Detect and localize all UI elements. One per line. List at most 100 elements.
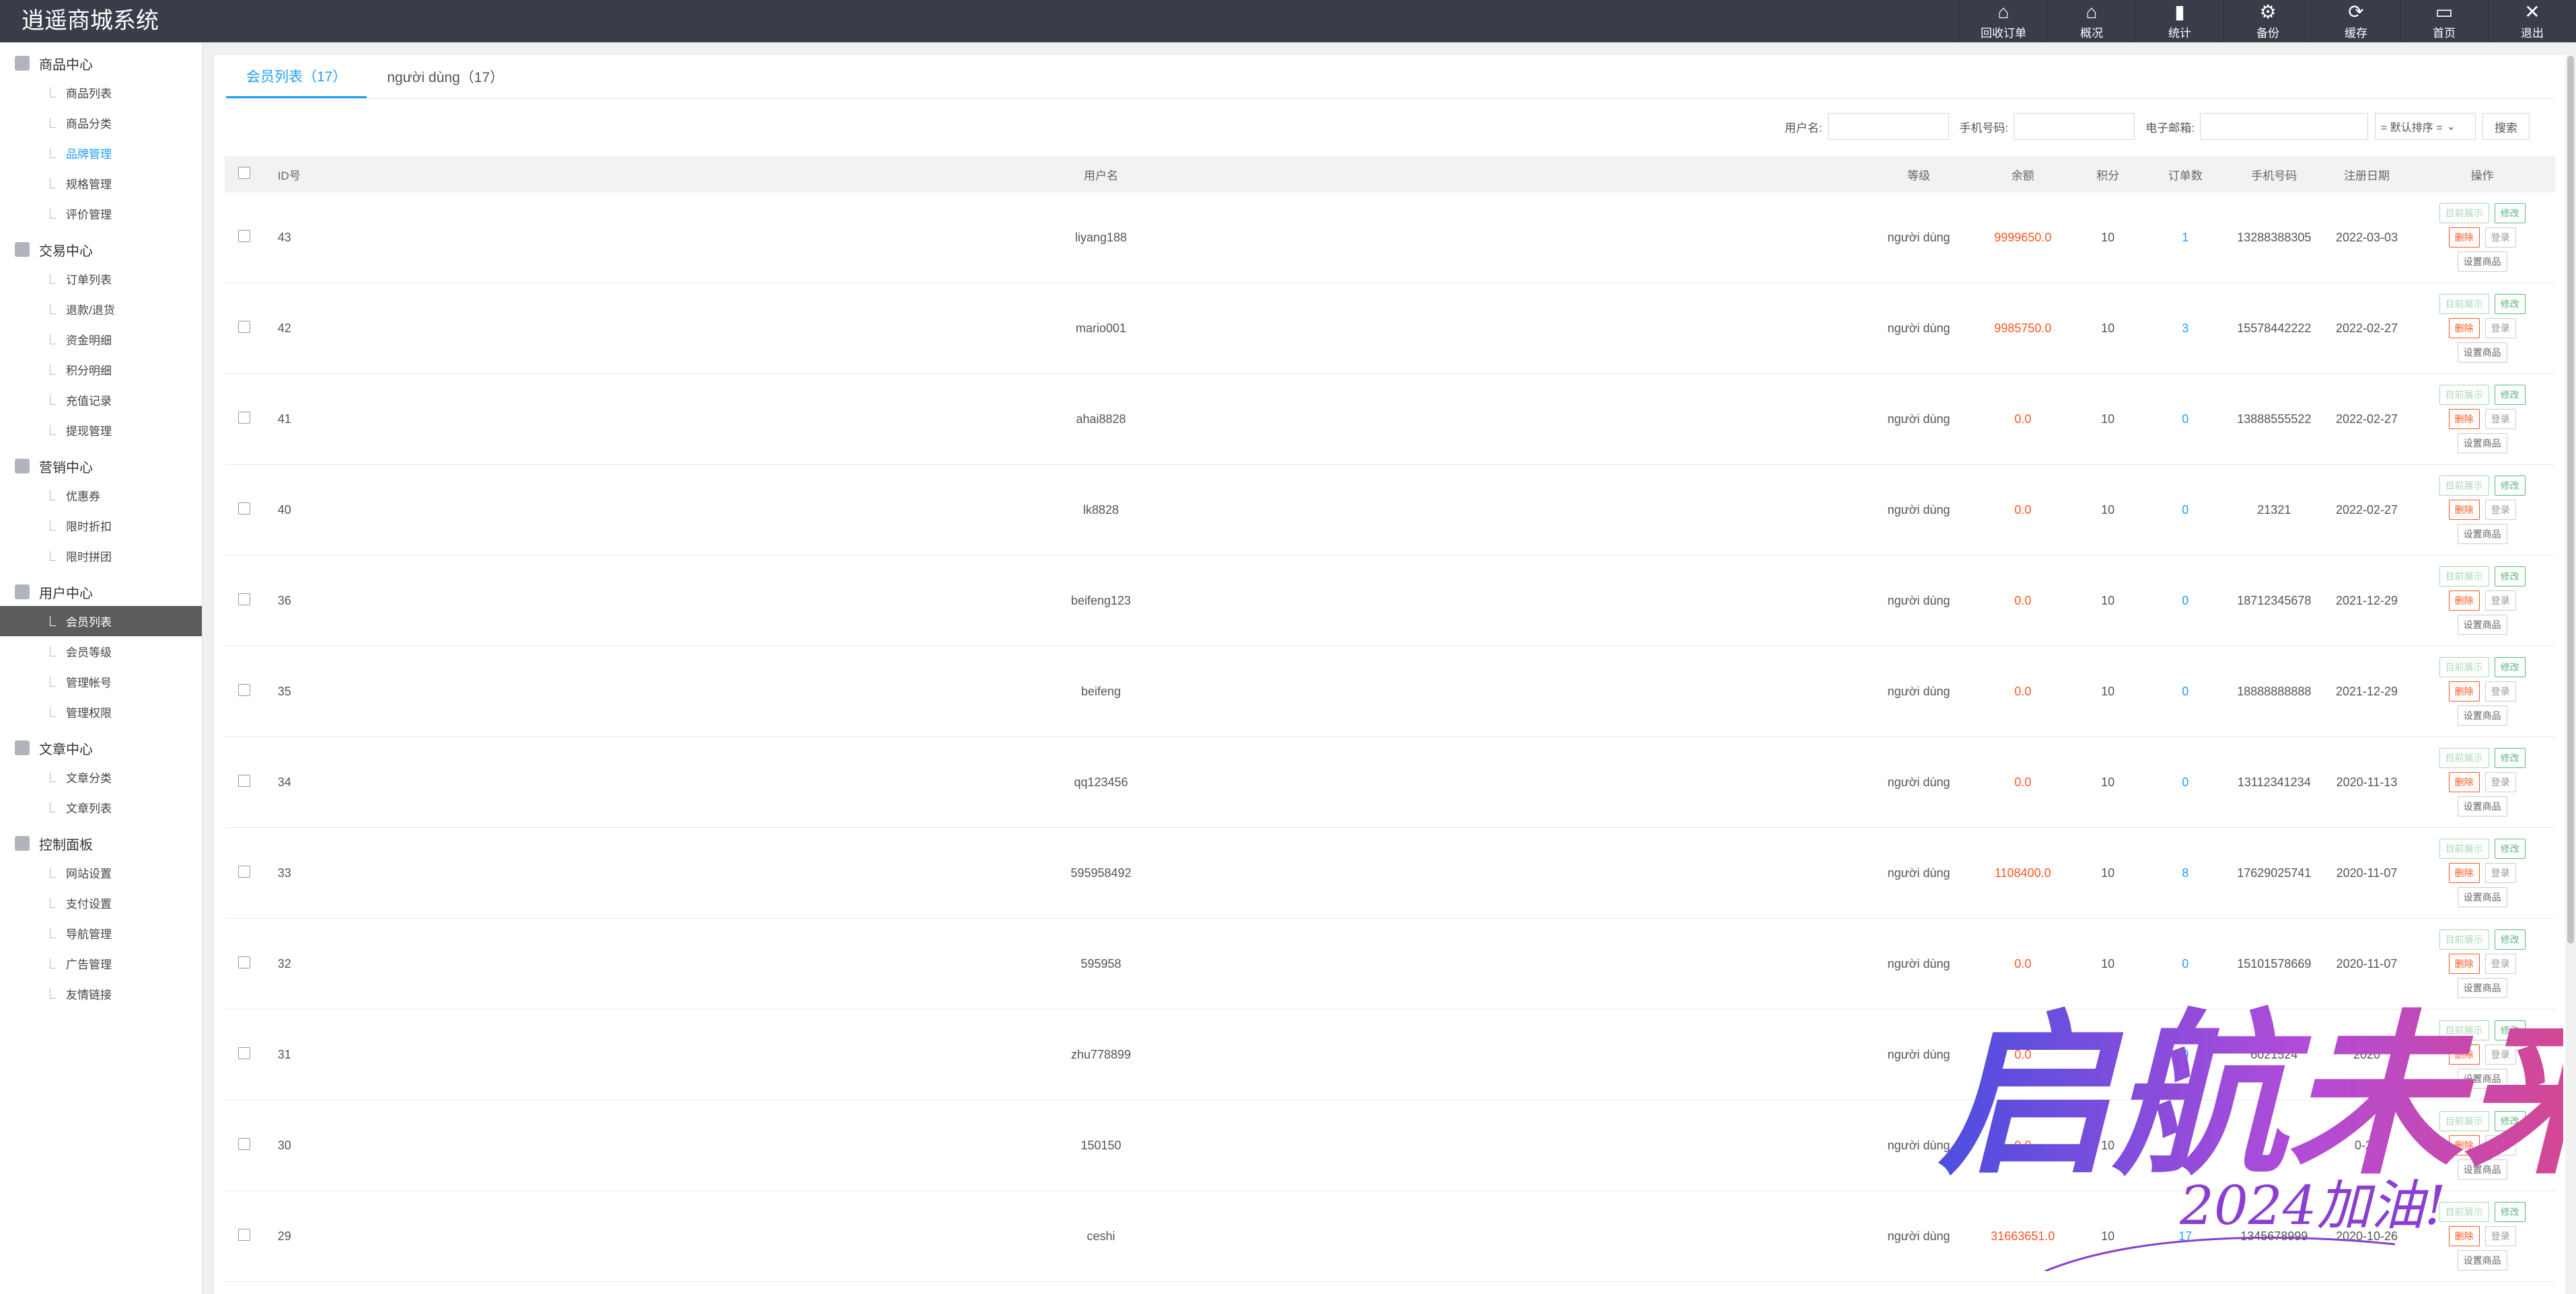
set-goods-button[interactable]: 设置商品 <box>2457 615 2507 635</box>
sidebar-item[interactable]: 管理帐号 <box>0 667 202 697</box>
sidebar-item[interactable]: 商品列表 <box>0 77 202 108</box>
display-button[interactable]: 目前展示 <box>2439 566 2489 586</box>
login-button[interactable]: 登录 <box>2485 1135 2516 1155</box>
display-button[interactable]: 目前展示 <box>2439 475 2489 496</box>
login-button[interactable]: 登录 <box>2485 227 2516 248</box>
set-goods-button[interactable]: 设置商品 <box>2457 1159 2507 1180</box>
cell-orders[interactable]: 0 <box>2146 918 2224 1010</box>
display-button[interactable]: 目前展示 <box>2439 385 2489 405</box>
edit-button[interactable]: 修改 <box>2494 203 2526 223</box>
edit-button[interactable]: 修改 <box>2494 566 2526 586</box>
row-checkbox[interactable] <box>238 593 251 605</box>
scrollbar-thumb[interactable] <box>2567 56 2574 944</box>
login-button[interactable]: 登录 <box>2485 772 2516 792</box>
delete-button[interactable]: 删除 <box>2448 409 2480 429</box>
login-button[interactable]: 登录 <box>2485 500 2516 520</box>
sidebar-item[interactable]: 限时拼团 <box>0 541 202 571</box>
sidebar-group-title[interactable]: 用户中心 <box>0 578 202 606</box>
cell-orders[interactable]: 8 <box>2146 827 2224 919</box>
edit-button[interactable]: 修改 <box>2494 1202 2526 1222</box>
delete-button[interactable]: 删除 <box>2448 863 2480 883</box>
sidebar-item[interactable]: 广告管理 <box>0 948 202 979</box>
edit-button[interactable]: 修改 <box>2494 294 2526 314</box>
delete-button[interactable]: 删除 <box>2448 1226 2480 1246</box>
sidebar-item[interactable]: 管理权限 <box>0 697 202 727</box>
sidebar-item[interactable]: 规格管理 <box>0 168 202 198</box>
cell-orders[interactable]: 0 <box>2146 1009 2224 1100</box>
tab-users[interactable]: người dùng（17） <box>367 55 524 98</box>
row-checkbox[interactable] <box>238 1228 251 1241</box>
sidebar-item[interactable]: 支付设置 <box>0 888 202 918</box>
set-goods-button[interactable]: 设置商品 <box>2457 1250 2507 1270</box>
display-button[interactable]: 目前展示 <box>2439 1111 2489 1131</box>
sidebar-item[interactable]: 优惠券 <box>0 480 202 510</box>
cell-orders[interactable]: 0 <box>2146 736 2224 828</box>
edit-button[interactable]: 修改 <box>2494 1111 2526 1131</box>
topnav-item-2[interactable]: ▮ 统计 <box>2135 0 2223 42</box>
sidebar-group-title[interactable]: 商品中心 <box>0 49 202 77</box>
login-button[interactable]: 登录 <box>2485 1044 2516 1065</box>
delete-button[interactable]: 删除 <box>2448 227 2480 248</box>
sidebar-item[interactable]: 会员等级 <box>0 636 202 667</box>
sidebar-item[interactable]: 充值记录 <box>0 385 202 415</box>
cell-orders[interactable]: 0 <box>2146 646 2224 737</box>
login-button[interactable]: 登录 <box>2485 591 2516 611</box>
display-button[interactable]: 目前展示 <box>2439 294 2489 314</box>
cell-orders[interactable]: 1 <box>2146 192 2224 283</box>
row-checkbox[interactable] <box>238 1046 251 1059</box>
set-goods-button[interactable]: 设置商品 <box>2457 706 2507 726</box>
scrollbar[interactable] <box>2565 42 2576 1294</box>
sidebar-item[interactable]: 导航管理 <box>0 918 202 948</box>
cell-orders[interactable]: 0 <box>2146 373 2224 465</box>
set-goods-button[interactable]: 设置商品 <box>2457 796 2507 816</box>
sidebar-item[interactable]: 限时折扣 <box>0 510 202 541</box>
topnav-item-3[interactable]: ⚙ 备份 <box>2223 0 2312 42</box>
delete-button[interactable]: 删除 <box>2448 681 2480 701</box>
login-button[interactable]: 登录 <box>2485 681 2516 701</box>
sort-select[interactable]: = 默认排序 = ⌄ <box>2375 113 2476 140</box>
username-input[interactable] <box>1827 113 1949 140</box>
set-goods-button[interactable]: 设置商品 <box>2457 433 2507 453</box>
row-checkbox[interactable] <box>238 683 251 696</box>
phone-input[interactable] <box>2014 113 2135 140</box>
edit-button[interactable]: 修改 <box>2494 657 2526 677</box>
row-checkbox[interactable] <box>238 411 251 424</box>
login-button[interactable]: 登录 <box>2485 409 2516 429</box>
select-all-checkbox[interactable] <box>238 166 251 179</box>
login-button[interactable]: 登录 <box>2485 863 2516 883</box>
display-button[interactable]: 目前展示 <box>2439 1202 2489 1222</box>
edit-button[interactable]: 修改 <box>2494 475 2526 496</box>
row-checkbox[interactable] <box>238 502 251 515</box>
row-checkbox[interactable] <box>238 1137 251 1150</box>
cell-orders[interactable]: 0 <box>2146 464 2224 556</box>
cell-orders[interactable]: 17 <box>2146 1190 2224 1282</box>
delete-button[interactable]: 删除 <box>2448 500 2480 520</box>
delete-button[interactable]: 删除 <box>2448 591 2480 611</box>
topnav-item-0[interactable]: ⌂ 回收订单 <box>1959 0 2047 42</box>
set-goods-button[interactable]: 设置商品 <box>2457 252 2507 272</box>
sidebar-item[interactable]: 评价管理 <box>0 198 202 229</box>
row-checkbox[interactable] <box>238 774 251 787</box>
cell-orders[interactable]: 0 <box>2146 1100 2224 1191</box>
sidebar-group-title[interactable]: 文章中心 <box>0 734 202 762</box>
set-goods-button[interactable]: 设置商品 <box>2457 1069 2507 1089</box>
sidebar-item[interactable]: 积分明细 <box>0 354 202 385</box>
display-button[interactable]: 目前展示 <box>2439 1020 2489 1040</box>
set-goods-button[interactable]: 设置商品 <box>2457 887 2507 907</box>
edit-button[interactable]: 修改 <box>2494 385 2526 405</box>
display-button[interactable]: 目前展示 <box>2439 748 2489 768</box>
display-button[interactable]: 目前展示 <box>2439 657 2489 677</box>
topnav-item-1[interactable]: ⌂ 概况 <box>2047 0 2135 42</box>
topnav-item-4[interactable]: ⟳ 缓存 <box>2312 0 2400 42</box>
sidebar-item[interactable]: 网站设置 <box>0 858 202 888</box>
row-checkbox[interactable] <box>238 229 251 242</box>
display-button[interactable]: 目前展示 <box>2439 839 2489 859</box>
row-checkbox[interactable] <box>238 956 251 968</box>
sidebar-group-title[interactable]: 交易中心 <box>0 235 202 264</box>
login-button[interactable]: 登录 <box>2485 318 2516 338</box>
cell-orders[interactable]: 3 <box>2146 282 2224 374</box>
tab-member-list[interactable]: 会员列表（17） <box>226 55 367 98</box>
row-checkbox[interactable] <box>238 865 251 878</box>
set-goods-button[interactable]: 设置商品 <box>2457 342 2507 363</box>
display-button[interactable]: 目前展示 <box>2439 929 2489 950</box>
